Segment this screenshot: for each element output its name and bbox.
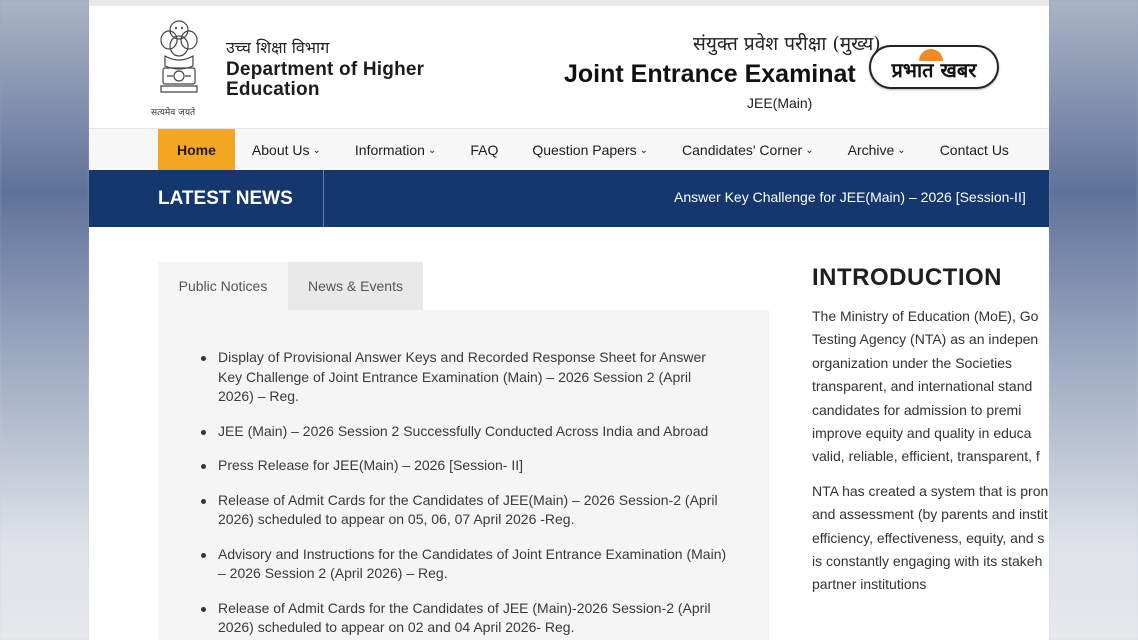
- nav-contact-us[interactable]: Contact Us: [923, 129, 1026, 170]
- news-ticker-link[interactable]: Answer Key Challenge for JEE(Main) – 202…: [674, 189, 1026, 205]
- notice-item[interactable]: JEE (Main) – 2026 Session 2 Successfully…: [198, 422, 729, 442]
- nav-question-papers[interactable]: Question Papers ⌄: [515, 129, 665, 170]
- nav-candidates-corner[interactable]: Candidates' Corner ⌄: [665, 129, 831, 170]
- notice-item[interactable]: Press Release for JEE(Main) – 2026 [Sess…: [198, 456, 729, 476]
- intro-line: organization under the Societies: [812, 354, 1013, 371]
- notice-item[interactable]: Advisory and Instructions for the Candid…: [198, 545, 729, 584]
- notice-list: Display of Provisional Answer Keys and R…: [158, 310, 769, 638]
- introduction-text: The Ministry of Education (MoE), Go Test…: [812, 305, 1049, 597]
- intro-line: efficiency, effectiveness, equity, and s: [812, 529, 1045, 546]
- intro-line: valid, reliable, efficient, transparent,…: [812, 448, 1040, 465]
- intro-line: is constantly engaging with its stakeh: [812, 553, 1043, 570]
- nav-label: Question Papers: [532, 141, 637, 158]
- public-notices-panel: Display of Provisional Answer Keys and R…: [158, 310, 769, 640]
- tab-news-events[interactable]: News & Events: [288, 262, 423, 310]
- latest-news-bar: LATEST NEWS Answer Key Challenge for JEE…: [89, 170, 1049, 227]
- chevron-down-icon: ⌄: [897, 145, 906, 156]
- department-hindi-title: उच्च शिक्षा विभाग: [226, 38, 330, 57]
- web-page: सत्यमेव जयते उच्च शिक्षा विभाग Departmen…: [89, 0, 1049, 640]
- intro-paragraph-1: The Ministry of Education (MoE), Go Test…: [812, 305, 1049, 469]
- nav-archive[interactable]: Archive ⌄: [831, 129, 923, 170]
- exam-short-title: JEE(Main): [747, 95, 813, 111]
- nav-label: Candidates' Corner: [682, 141, 803, 158]
- prabhat-khabar-watermark: प्रभात खबर: [869, 45, 999, 89]
- watermark-text: प्रभात खबर: [891, 57, 977, 82]
- introduction-heading: INTRODUCTION: [812, 264, 1002, 291]
- intro-line: candidates for admission to premi: [812, 401, 1022, 418]
- site-header: सत्यमेव जयते उच्च शिक्षा विभाग Departmen…: [89, 6, 1049, 128]
- intro-line: Testing Agency (NTA) as an indepen: [812, 331, 1039, 348]
- intro-paragraph-2: NTA has created a system that is pron an…: [812, 480, 1049, 597]
- background-left-blur: [0, 0, 89, 640]
- latest-news-title: LATEST NEWS: [89, 170, 324, 227]
- nav-faq[interactable]: FAQ: [453, 129, 515, 170]
- chevron-down-icon: ⌄: [639, 145, 649, 156]
- exam-hindi-title: संयुक्त प्रवेश परीक्षा (मुख्य): [693, 33, 881, 55]
- emblem-motto: सत्यमेव जयते: [151, 108, 196, 118]
- chevron-down-icon: ⌄: [427, 145, 437, 156]
- notice-tabs: Public Notices News & Events: [158, 262, 423, 310]
- nav-label: Contact Us: [939, 141, 1009, 158]
- nav-label: Archive: [847, 141, 895, 158]
- tab-public-notices[interactable]: Public Notices: [158, 262, 288, 310]
- notice-item[interactable]: Release of Admit Cards for the Candidate…: [198, 599, 729, 638]
- intro-line: transparent, and international stand: [812, 378, 1033, 395]
- intro-line: NTA has created a system that is pron: [812, 482, 1049, 499]
- notice-item[interactable]: Display of Provisional Answer Keys and R…: [198, 348, 729, 407]
- nav-label: About Us: [251, 141, 310, 158]
- nav-label: FAQ: [470, 141, 499, 158]
- exam-title[interactable]: Joint Entrance Examinat: [564, 60, 856, 89]
- nav-home[interactable]: Home: [158, 129, 235, 170]
- nav-label: Home: [177, 141, 216, 158]
- nav-about-us[interactable]: About Us ⌄: [235, 129, 338, 170]
- nav-information[interactable]: Information ⌄: [338, 129, 453, 170]
- notice-item[interactable]: Release of Admit Cards for the Candidate…: [198, 491, 729, 530]
- national-emblem-icon[interactable]: [157, 16, 201, 104]
- background-right-blur: [1049, 0, 1138, 640]
- nav-label: Information: [354, 141, 425, 158]
- chevron-down-icon: ⌄: [805, 145, 814, 156]
- intro-line: partner institutions: [812, 576, 927, 593]
- intro-line: and assessment (by parents and instit: [812, 506, 1048, 523]
- department-title[interactable]: Department of Higher Education: [226, 60, 456, 100]
- intro-line: improve equity and quality in educa: [812, 425, 1032, 442]
- intro-line: The Ministry of Education (MoE), Go: [812, 308, 1039, 324]
- main-navigation: Home About Us ⌄ Information ⌄ FAQ Question…: [89, 128, 1049, 170]
- chevron-down-icon: ⌄: [312, 145, 321, 156]
